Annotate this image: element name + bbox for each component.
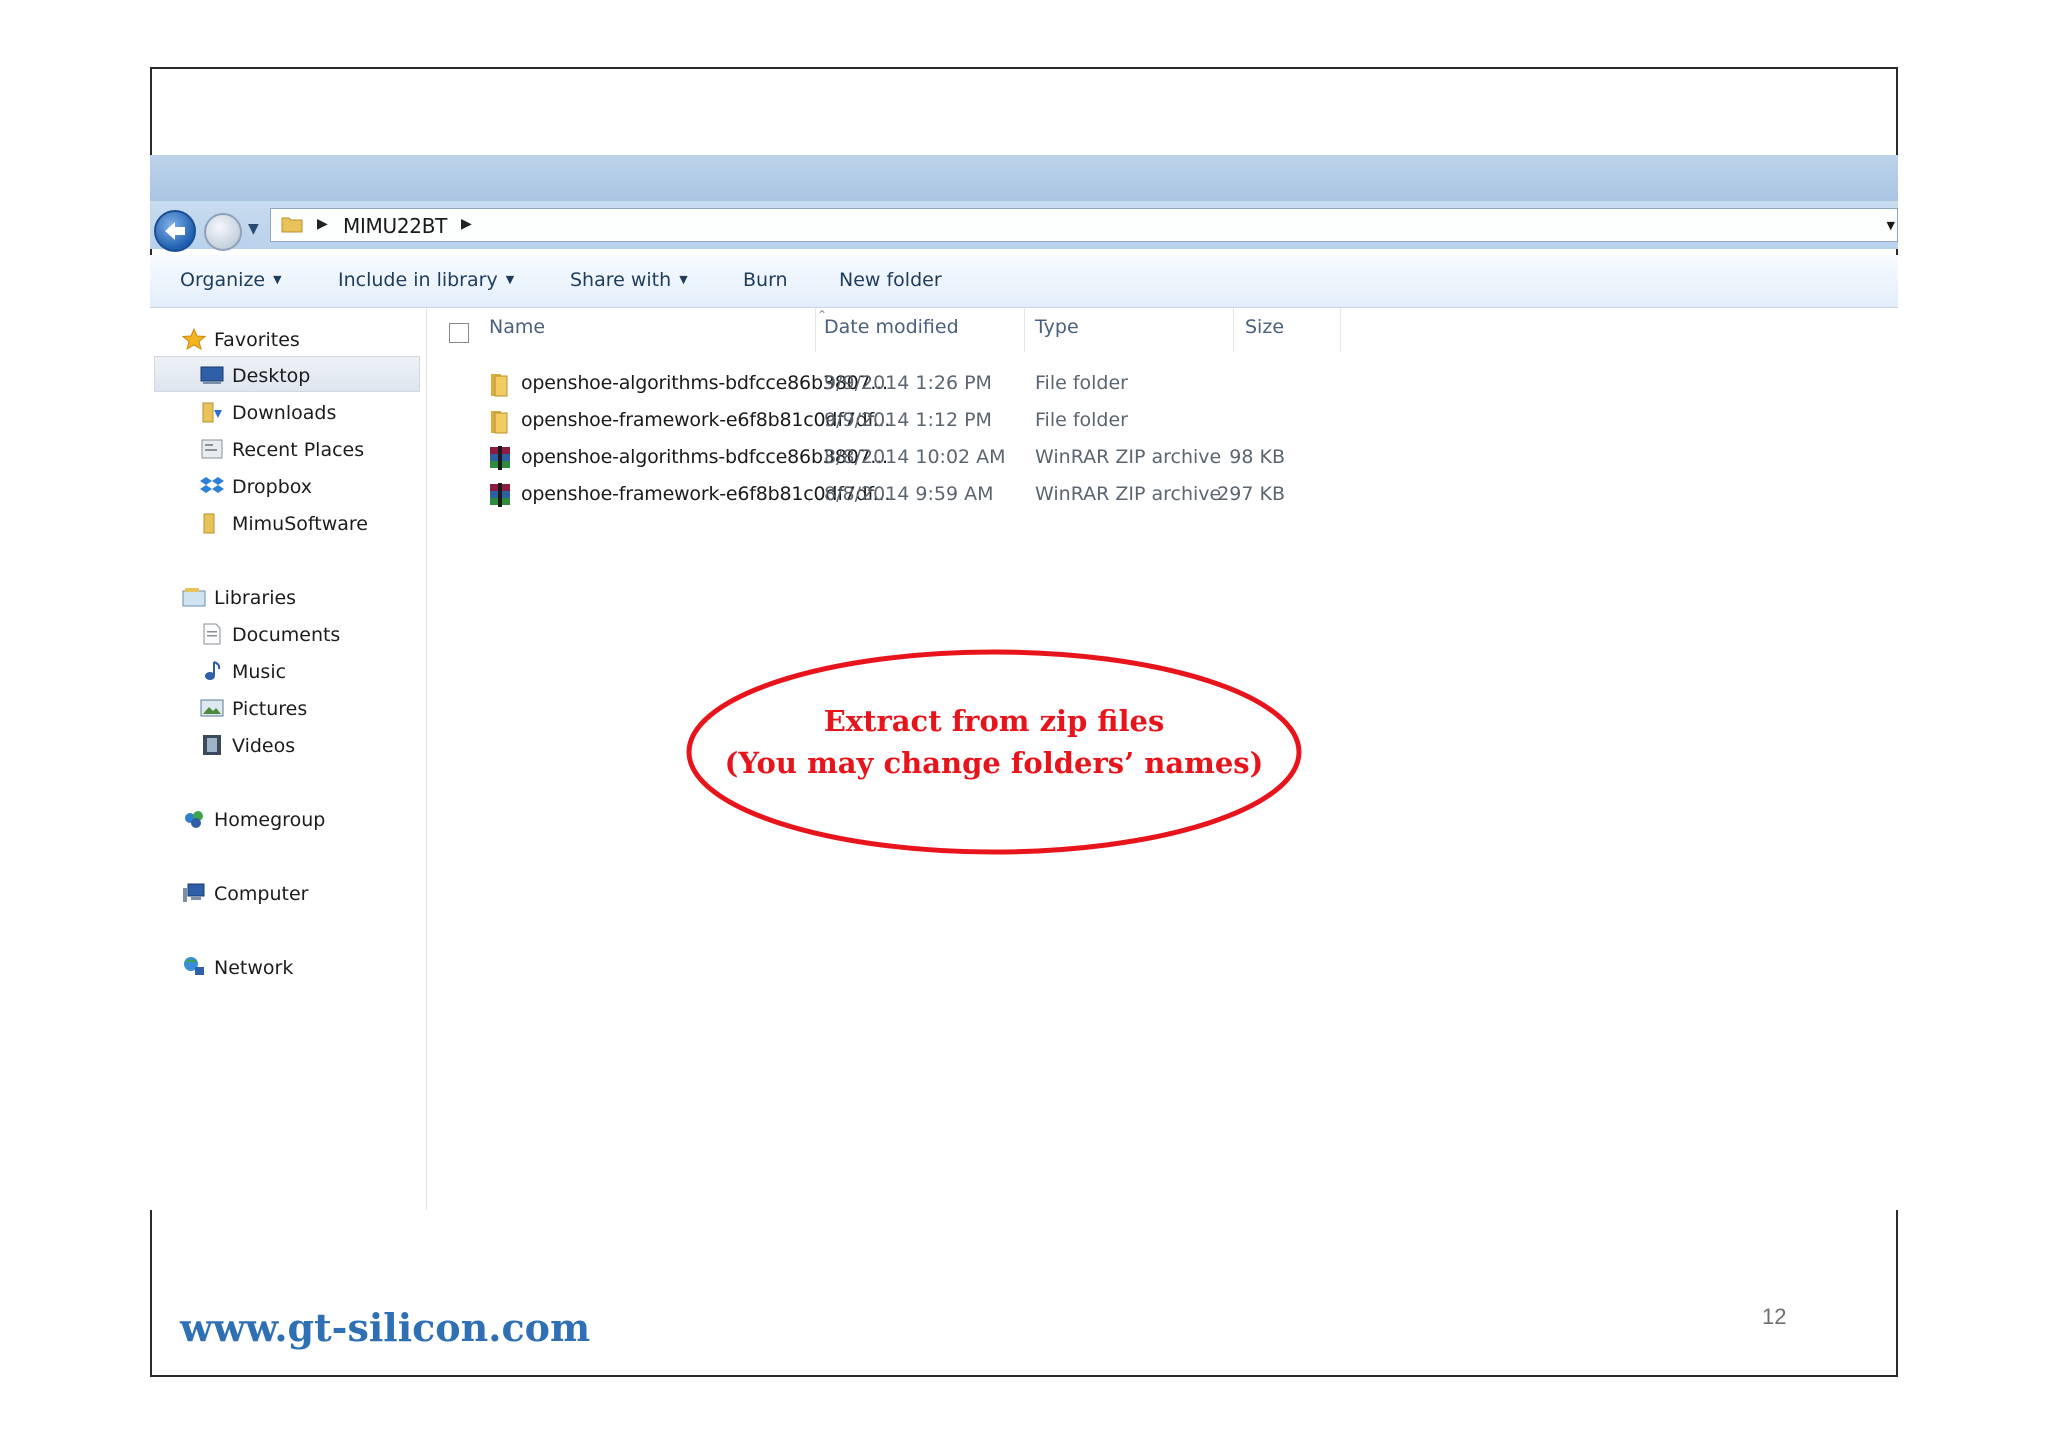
nav-item-libraries[interactable]: Libraries — [182, 586, 296, 618]
breadcrumb-separator-icon[interactable]: ▶ — [317, 216, 328, 232]
nav-label: Recent Places — [232, 439, 365, 461]
column-divider[interactable] — [1024, 308, 1025, 352]
dropbox-icon — [200, 477, 224, 493]
back-arrow-icon — [165, 222, 185, 240]
nav-label: Music — [232, 661, 287, 683]
nav-item-desktop[interactable]: Desktop — [200, 364, 310, 396]
organize-label: Organize — [180, 269, 266, 291]
nav-item-computer[interactable]: Computer — [182, 882, 308, 914]
nav-item-pictures[interactable]: Pictures — [200, 697, 307, 729]
column-header-name[interactable]: Name — [489, 316, 545, 352]
callout-line-1: Extract from zip files — [823, 704, 1165, 738]
winrar-icon — [490, 446, 510, 470]
column-divider[interactable] — [1233, 308, 1234, 352]
nav-label: Computer — [214, 883, 309, 905]
nav-item-favorites[interactable]: Favorites — [182, 328, 300, 360]
nav-label: Homegroup — [214, 809, 326, 831]
file-date-modified: 9/9/2014 1:12 PM — [824, 409, 992, 431]
include-in-library-button[interactable]: Include in library ▼ — [338, 269, 514, 291]
folder-icon — [491, 411, 508, 434]
organize-button[interactable]: Organize ▼ — [180, 269, 282, 291]
navigation-pane: Favorites Desktop Downloads Recent Place… — [150, 308, 427, 1210]
forward-button[interactable] — [204, 213, 242, 251]
page-number: 12 — [1762, 1304, 1787, 1329]
burn-button[interactable]: Burn — [743, 269, 788, 291]
chevron-down-icon: ▼ — [679, 273, 688, 286]
file-type: File folder — [1035, 372, 1128, 394]
file-size: 98 KB — [1229, 446, 1285, 468]
column-divider[interactable] — [1340, 308, 1341, 352]
file-type: File folder — [1035, 409, 1128, 431]
nav-label: MimuSoftware — [232, 513, 368, 535]
downloads-folder-icon — [202, 402, 222, 423]
nav-label: Dropbox — [232, 476, 313, 498]
file-date-modified: 8/8/2014 10:02 AM — [824, 446, 1006, 468]
address-bar[interactable]: ▶ MIMU22BT ▶ ▼ — [270, 208, 1898, 242]
libraries-icon — [182, 588, 206, 607]
new-folder-button[interactable]: New folder — [839, 269, 942, 291]
nav-item-homegroup[interactable]: Homegroup — [182, 808, 325, 840]
footer-url: www.gt-silicon.com — [180, 1305, 591, 1350]
computer-icon — [183, 883, 205, 902]
title-bar — [150, 155, 1898, 203]
nav-item-mimusoftware[interactable]: MimuSoftware — [200, 512, 368, 544]
videos-icon — [203, 735, 221, 755]
breadcrumb-current-folder[interactable]: MIMU22BT — [343, 214, 447, 238]
column-header-size[interactable]: Size — [1245, 316, 1284, 352]
column-divider[interactable] — [815, 308, 816, 352]
recent-places-icon — [201, 439, 223, 459]
music-icon — [205, 661, 221, 680]
column-header-date-modified[interactable]: Date modified — [824, 316, 959, 352]
nav-item-dropbox[interactable]: Dropbox — [200, 475, 312, 507]
file-row[interactable]: openshoe-framework-e6f8b81c0df7df... 9/9… — [427, 403, 1898, 439]
recent-pages-dropdown[interactable]: ▼ — [248, 221, 259, 237]
column-header-type[interactable]: Type — [1035, 316, 1079, 352]
folder-icon — [281, 217, 303, 233]
chevron-down-icon: ▼ — [273, 273, 282, 286]
file-row[interactable]: openshoe-algorithms-bdfcce86b3807... 8/8… — [427, 440, 1898, 476]
chevron-down-icon: ▼ — [505, 273, 515, 286]
nav-label: Documents — [232, 624, 341, 646]
command-bar: Organize ▼ Include in library ▼ Share with… — [150, 255, 1898, 308]
desktop-icon — [200, 366, 224, 384]
address-history-dropdown-icon[interactable]: ▼ — [1887, 219, 1895, 232]
file-row[interactable]: openshoe-framework-e6f8b81c0df7df... 8/8… — [427, 477, 1898, 513]
documents-icon — [203, 623, 221, 645]
star-icon — [182, 328, 206, 350]
nav-label: Downloads — [232, 402, 337, 424]
file-size: 297 KB — [1217, 483, 1285, 505]
select-all-checkbox[interactable] — [449, 323, 469, 343]
nav-item-videos[interactable]: Videos — [200, 734, 295, 766]
back-button[interactable] — [154, 210, 196, 252]
nav-label: Videos — [232, 735, 296, 757]
nav-item-documents[interactable]: Documents — [200, 623, 340, 655]
file-date-modified: 9/9/2014 1:26 PM — [824, 372, 992, 394]
nav-label: Favorites — [214, 329, 300, 351]
nav-item-network[interactable]: Network — [182, 956, 293, 988]
winrar-icon — [490, 483, 510, 507]
nav-label: Network — [214, 957, 294, 979]
folder-icon — [491, 374, 508, 397]
breadcrumb-separator-icon[interactable]: ▶ — [461, 216, 472, 232]
file-row[interactable]: openshoe-algorithms-bdfcce86b3807... 9/9… — [427, 366, 1898, 402]
nav-label: Pictures — [232, 698, 308, 720]
file-date-modified: 8/8/2014 9:59 AM — [824, 483, 994, 505]
nav-item-music[interactable]: Music — [200, 660, 286, 692]
homegroup-icon — [185, 811, 203, 828]
nav-item-recent-places[interactable]: Recent Places — [200, 438, 364, 470]
share-with-button[interactable]: Share with ▼ — [570, 269, 688, 291]
nav-label: Desktop — [232, 365, 311, 387]
callout-line-2: (You may change folders’ names) — [724, 746, 1264, 780]
share-with-label: Share with — [570, 269, 672, 291]
nav-item-downloads[interactable]: Downloads — [200, 401, 336, 433]
callout-text: Extract from zip files (You may change f… — [686, 700, 1302, 784]
pictures-icon — [200, 699, 224, 717]
nav-label: Libraries — [214, 587, 297, 609]
folder-icon — [203, 513, 215, 534]
network-icon — [184, 957, 204, 975]
include-in-library-label: Include in library — [338, 269, 498, 291]
